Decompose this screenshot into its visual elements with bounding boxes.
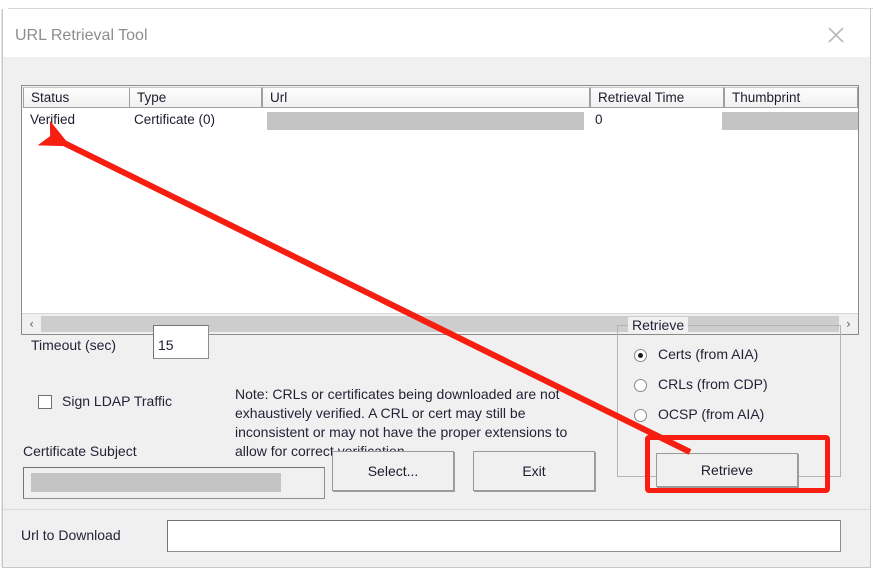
listview-header: Status Type Url Retrieval Time Thumbprin… xyxy=(22,86,858,108)
annotation-highlight-retrieve xyxy=(645,435,830,493)
url-to-download-input[interactable] xyxy=(167,520,841,552)
timeout-label: Timeout (sec) xyxy=(31,337,117,353)
sign-ldap-traffic-label: Sign LDAP Traffic xyxy=(62,393,172,409)
cell-status: Verified xyxy=(30,112,76,127)
url-to-download-label: Url to Download xyxy=(21,527,121,543)
radio-selected-icon[interactable] xyxy=(634,349,647,362)
radio-certs-label: Certs (from AIA) xyxy=(658,346,759,362)
certificate-subject-input[interactable] xyxy=(23,467,325,499)
scroll-left-arrow-icon[interactable]: ‹ xyxy=(23,314,40,334)
select-button[interactable]: Select... xyxy=(332,451,454,491)
cell-retrieval-time: 0 xyxy=(595,112,603,127)
window-title: URL Retrieval Tool xyxy=(15,27,148,44)
cell-url-redacted xyxy=(267,112,584,130)
timeout-input-field[interactable] xyxy=(158,332,204,358)
retrieve-group-title: Retrieve xyxy=(628,317,689,333)
certificate-subject-label: Certificate Subject xyxy=(23,443,137,459)
checkbox-box-icon[interactable] xyxy=(38,395,52,409)
close-icon[interactable] xyxy=(814,21,858,49)
url-to-download-bar: Url to Download xyxy=(3,509,870,567)
radio-crls-label: CRLs (from CDP) xyxy=(658,376,768,392)
radio-unselected-icon[interactable] xyxy=(634,379,647,392)
timeout-input[interactable] xyxy=(153,325,209,359)
scroll-right-arrow-icon[interactable]: › xyxy=(840,314,857,334)
cell-type: Certificate (0) xyxy=(134,112,216,127)
table-row[interactable]: Verified Certificate (0) 0 xyxy=(22,109,858,133)
background-sliver-text: · ··· ··· xyxy=(46,0,110,4)
exit-button[interactable]: Exit xyxy=(473,451,595,491)
column-header-retrieval-time[interactable]: Retrieval Time xyxy=(590,87,724,108)
column-header-url[interactable]: Url xyxy=(262,87,590,108)
column-header-thumbprint[interactable]: Thumbprint xyxy=(724,87,858,108)
cell-thumbprint-redacted xyxy=(722,112,858,130)
column-header-status[interactable]: Status xyxy=(23,87,130,108)
note-text: Note: CRLs or certificates being downloa… xyxy=(235,386,568,459)
radio-ocsp-label: OCSP (from AIA) xyxy=(658,406,765,422)
url-to-download-field[interactable] xyxy=(172,526,836,551)
radio-unselected-icon[interactable] xyxy=(634,409,647,422)
column-header-type[interactable]: Type xyxy=(129,87,262,108)
title-bar: URL Retrieval Tool xyxy=(3,9,870,57)
certificate-subject-redacted xyxy=(31,473,281,492)
results-listview[interactable]: Status Type Url Retrieval Time Thumbprin… xyxy=(21,85,859,335)
screenshot-root: · ··· ··· URL Retrieval Tool Status Type… xyxy=(0,0,873,568)
